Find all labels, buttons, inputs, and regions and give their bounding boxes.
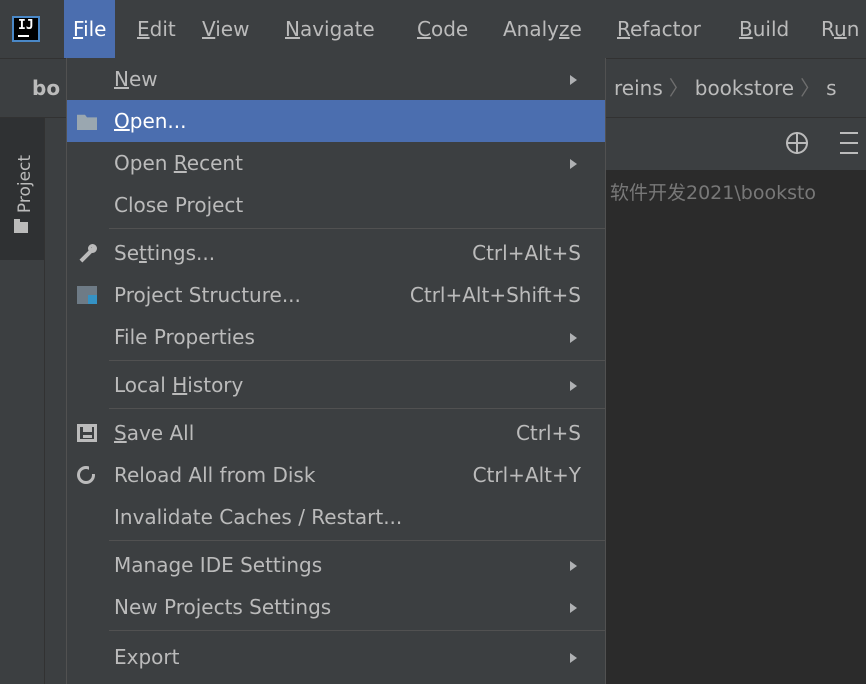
menu-item-label: File Properties xyxy=(114,325,255,349)
menu-item-new[interactable]: New xyxy=(67,58,605,100)
breadcrumb-item[interactable]: bookstore xyxy=(695,76,794,100)
menu-separator xyxy=(109,630,605,631)
menu-label-post: efactor xyxy=(630,17,701,41)
menu-item-invalidate-caches[interactable]: Invalidate Caches / Restart... xyxy=(67,496,605,538)
menu-label-pre: R xyxy=(821,17,834,41)
menu-item-open-recent[interactable]: Open Recent xyxy=(67,142,605,184)
menu-item-open[interactable]: Open... xyxy=(67,100,605,142)
wrench-icon xyxy=(77,244,97,262)
menu-item-label: Local History xyxy=(114,373,244,397)
breadcrumb: reins 〉 bookstore 〉 s xyxy=(614,59,837,117)
menu-mnemonic: E xyxy=(137,17,150,41)
project-path-text: 软件开发2021\booksto xyxy=(610,182,817,204)
menu-item-label: Settings... xyxy=(114,241,216,265)
folder-open-icon xyxy=(77,114,97,130)
menu-item-label: Invalidate Caches / Restart... xyxy=(114,505,403,529)
menu-edit[interactable]: Edit xyxy=(128,0,185,58)
menu-item-label: Export xyxy=(114,645,180,669)
menu-label-post: avigate xyxy=(299,17,375,41)
menu-item-shortcut: Ctrl+S xyxy=(515,421,581,445)
locate-icon[interactable] xyxy=(786,132,808,154)
menu-item-label: New xyxy=(114,67,158,91)
menu-label-post: n xyxy=(846,17,860,41)
project-tool-tab[interactable]: Project xyxy=(0,118,44,260)
menu-item-reload-all[interactable]: Reload All from Disk Ctrl+Alt+Y xyxy=(67,454,605,496)
submenu-arrow-icon xyxy=(570,603,577,613)
project-structure-icon xyxy=(77,286,97,304)
menu-item-label: New Projects Settings xyxy=(114,595,332,619)
menu-item-shortcut: Ctrl+Alt+S xyxy=(472,241,581,265)
logo-text: IJ xyxy=(18,18,34,33)
tool-window-header xyxy=(606,118,866,171)
menu-separator xyxy=(109,408,605,409)
menu-run[interactable]: Run xyxy=(812,0,866,58)
menu-label-pre: Analy xyxy=(503,17,560,41)
submenu-arrow-icon xyxy=(570,159,577,169)
menu-analyze[interactable]: Analyze xyxy=(494,0,591,58)
save-icon xyxy=(77,424,97,442)
menu-item-shortcut: Ctrl+Alt+Shift+S xyxy=(409,283,581,307)
menu-view[interactable]: View xyxy=(193,0,258,58)
breadcrumb-item[interactable]: s xyxy=(826,76,836,100)
menu-item-label: Open Recent xyxy=(114,151,243,175)
menu-mnemonic: F xyxy=(73,17,84,41)
file-menu-dropdown: New Open... Open Recent Close Project Se… xyxy=(66,58,606,684)
menu-item-label: Reload All from Disk xyxy=(114,463,316,487)
menu-label-post: e xyxy=(569,17,582,41)
menu-refactor[interactable]: Refactor xyxy=(608,0,710,58)
menu-item-project-structure[interactable]: Project Structure... Ctrl+Alt+Shift+S xyxy=(67,274,605,316)
intellij-logo-icon[interactable]: IJ xyxy=(12,16,40,42)
menu-mnemonic: B xyxy=(739,17,753,41)
menu-label-post: uild xyxy=(752,17,790,41)
menu-mnemonic: R xyxy=(617,17,630,41)
menu-mnemonic: u xyxy=(834,17,847,41)
submenu-arrow-icon xyxy=(570,75,577,85)
menu-navigate[interactable]: Navigate xyxy=(276,0,384,58)
project-tree-panel xyxy=(606,170,866,684)
breadcrumb-separator-icon: 〉 xyxy=(668,76,689,100)
menu-separator xyxy=(109,360,605,361)
menu-mnemonic: V xyxy=(202,17,216,41)
menu-item-label: Manage IDE Settings xyxy=(114,553,323,577)
menu-item-close-project[interactable]: Close Project xyxy=(67,184,605,226)
breadcrumb-item[interactable]: reins xyxy=(614,76,663,100)
menu-bar: IJ File Edit View Navigate Code Analyze … xyxy=(0,0,866,58)
menu-code[interactable]: Code xyxy=(408,0,477,58)
menu-build[interactable]: Build xyxy=(730,0,798,58)
breadcrumb-separator-icon: 〉 xyxy=(800,76,821,100)
menu-label-post: ode xyxy=(430,17,469,41)
menu-mnemonic: z xyxy=(559,17,570,41)
menu-item-label: Project Structure... xyxy=(114,283,301,307)
menu-item-export[interactable]: Export xyxy=(67,636,605,678)
menu-label-post: iew xyxy=(215,17,250,41)
menu-item-shortcut: Ctrl+Alt+Y xyxy=(472,463,581,487)
menu-item-save-all[interactable]: Save All Ctrl+S xyxy=(67,412,605,454)
submenu-arrow-icon xyxy=(570,381,577,391)
menu-item-local-history[interactable]: Local History xyxy=(67,364,605,406)
reload-icon xyxy=(77,466,97,484)
submenu-arrow-icon xyxy=(570,653,577,663)
submenu-arrow-icon xyxy=(570,561,577,571)
menu-mnemonic: N xyxy=(285,17,300,41)
menu-label-post: dit xyxy=(149,17,176,41)
menu-item-new-projects-settings[interactable]: New Projects Settings xyxy=(67,586,605,628)
expand-all-icon[interactable] xyxy=(840,132,858,154)
menu-item-manage-ide-settings[interactable]: Manage IDE Settings xyxy=(67,544,605,586)
menu-item-label: Save All xyxy=(114,421,195,445)
menu-separator xyxy=(109,228,605,229)
folder-icon xyxy=(14,219,28,233)
submenu-arrow-icon xyxy=(570,333,577,343)
project-name-crumb[interactable]: bo xyxy=(32,59,60,117)
menu-item-settings[interactable]: Settings... Ctrl+Alt+S xyxy=(67,232,605,274)
menu-file[interactable]: File xyxy=(64,0,116,58)
menu-separator xyxy=(109,540,605,541)
menu-item-label: Open... xyxy=(114,109,187,133)
menu-item-label: Close Project xyxy=(114,193,244,217)
menu-item-file-properties[interactable]: File Properties xyxy=(67,316,605,358)
menu-mnemonic: C xyxy=(417,17,431,41)
menu-label-post: ile xyxy=(83,17,107,41)
